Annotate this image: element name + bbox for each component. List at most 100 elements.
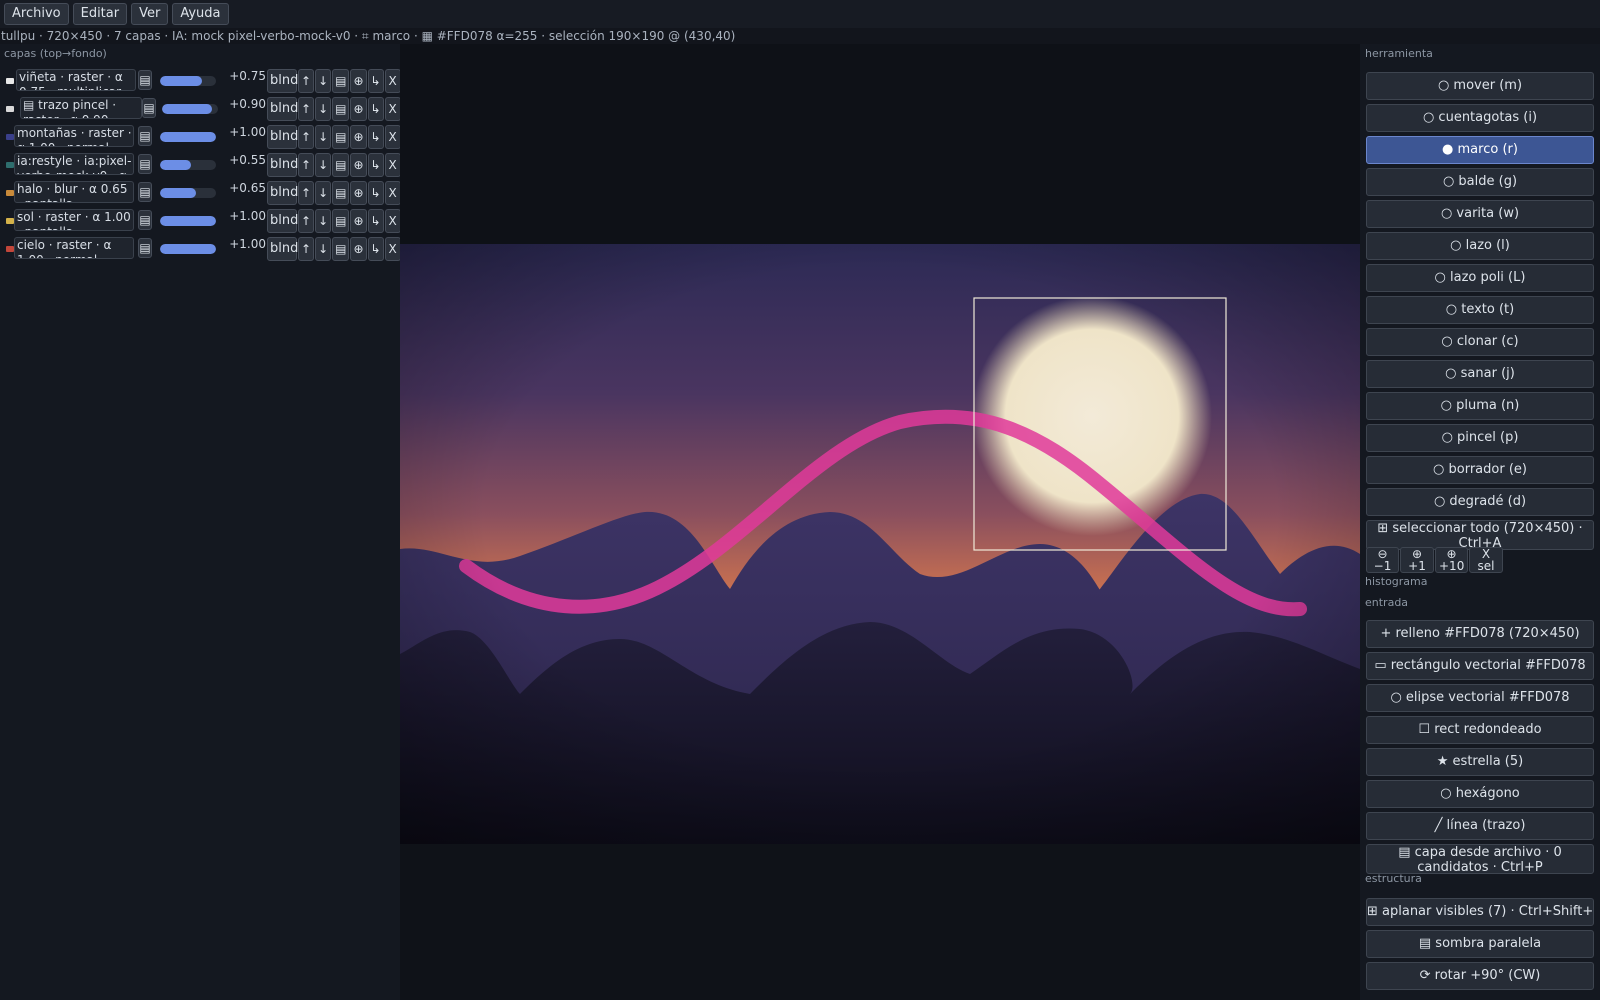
zoom-in-10-button[interactable]: ⊕ +10 bbox=[1435, 547, 1468, 573]
duplicate-button[interactable]: ⊕ bbox=[350, 125, 367, 149]
tool-button[interactable]: ○ lazo (l) bbox=[1366, 232, 1594, 260]
tool-button[interactable]: ○ texto (t) bbox=[1366, 296, 1594, 324]
menu-ayuda[interactable]: Ayuda bbox=[172, 3, 229, 25]
input-action-button[interactable]: ☐ rect redondeado bbox=[1366, 716, 1594, 744]
opacity-slider[interactable] bbox=[160, 188, 216, 198]
delete-layer-button[interactable]: X bbox=[384, 97, 401, 121]
menu-ver[interactable]: Ver bbox=[131, 3, 169, 25]
layer-name[interactable]: cielo · raster · α 1.00 · normal bbox=[14, 237, 134, 259]
duplicate-button[interactable]: ⊕ bbox=[350, 97, 367, 121]
move-down-button[interactable]: ↓ bbox=[315, 69, 332, 93]
tool-button[interactable]: ○ lazo poli (L) bbox=[1366, 264, 1594, 292]
menu-editar[interactable]: Editar bbox=[72, 3, 128, 25]
merge-down-button[interactable]: ↳ bbox=[367, 237, 384, 261]
blend-button[interactable]: blnd bbox=[267, 125, 298, 149]
merge-down-button[interactable]: ↳ bbox=[367, 181, 384, 205]
layer-row[interactable]: sol · raster · α 1.00 · pantalla▤+1.00bl… bbox=[0, 209, 401, 235]
clear-selection-button[interactable]: X sel bbox=[1469, 547, 1503, 573]
tool-button[interactable]: ○ degradé (d) bbox=[1366, 488, 1594, 516]
move-down-button[interactable]: ↓ bbox=[315, 153, 332, 177]
layer-menu-icon[interactable]: ▤ bbox=[138, 126, 152, 146]
move-up-button[interactable]: ↑ bbox=[298, 69, 315, 93]
duplicate-button[interactable]: ⊕ bbox=[350, 69, 367, 93]
blend-button[interactable]: blnd bbox=[267, 97, 298, 121]
opacity-slider[interactable] bbox=[162, 104, 218, 114]
duplicate-button[interactable]: ⊕ bbox=[350, 153, 367, 177]
merge-down-button[interactable]: ↳ bbox=[367, 209, 384, 233]
layer-menu-icon[interactable]: ▤ bbox=[138, 182, 152, 202]
opacity-slider[interactable] bbox=[160, 244, 216, 254]
duplicate-button[interactable]: ⊕ bbox=[350, 237, 367, 261]
layer-row[interactable]: halo · blur · α 0.65 · pantalla▤+0.65bln… bbox=[0, 181, 401, 207]
move-up-button[interactable]: ↑ bbox=[298, 97, 315, 121]
tool-button[interactable]: ● marco (r) bbox=[1366, 136, 1594, 164]
tool-button[interactable]: ○ pluma (n) bbox=[1366, 392, 1594, 420]
select-all-button[interactable]: ⊞ seleccionar todo (720×450) · Ctrl+A bbox=[1366, 520, 1594, 550]
layer-row[interactable]: ▤ trazo pincel · raster · α 0.90 · norma… bbox=[0, 97, 401, 123]
tool-button[interactable]: ○ pincel (p) bbox=[1366, 424, 1594, 452]
structure-action-button[interactable]: ⟳ rotar +90° (CW) bbox=[1366, 962, 1594, 990]
duplicate-button[interactable]: ⊕ bbox=[350, 209, 367, 233]
tool-button[interactable]: ○ borrador (e) bbox=[1366, 456, 1594, 484]
tool-button[interactable]: ○ balde (g) bbox=[1366, 168, 1594, 196]
layer-name[interactable]: viñeta · raster · α 0.75 · multiplicar bbox=[16, 69, 136, 91]
merge-down-button[interactable]: ↳ bbox=[367, 97, 384, 121]
input-action-button[interactable]: ▤ capa desde archivo · 0 candidatos · Ct… bbox=[1366, 844, 1594, 874]
tool-button[interactable]: ○ varita (w) bbox=[1366, 200, 1594, 228]
layer-menu-icon[interactable]: ▤ bbox=[138, 210, 152, 230]
canvas-area[interactable] bbox=[400, 44, 1360, 1000]
zoom-in-button[interactable]: ⊕ +1 bbox=[1400, 547, 1434, 573]
layer-name[interactable]: ▤ trazo pincel · raster · α 0.90 · norma… bbox=[20, 97, 142, 119]
layer-name[interactable]: montañas · raster · α 1.00 · normal bbox=[14, 125, 134, 147]
delete-layer-button[interactable]: X bbox=[384, 181, 401, 205]
merge-down-button[interactable]: ↳ bbox=[367, 125, 384, 149]
blend-button[interactable]: blnd bbox=[267, 237, 298, 261]
structure-action-button[interactable]: ▤ sombra paralela bbox=[1366, 930, 1594, 958]
input-action-button[interactable]: + relleno #FFD078 (720×450) bbox=[1366, 620, 1594, 648]
blend-button[interactable]: blnd bbox=[267, 69, 298, 93]
opacity-slider[interactable] bbox=[160, 216, 216, 226]
move-up-button[interactable]: ↑ bbox=[298, 237, 315, 261]
layer-menu-icon[interactable]: ▤ bbox=[138, 154, 152, 174]
merge-down-button[interactable]: ↳ bbox=[367, 153, 384, 177]
layer-menu-button[interactable]: ▤ bbox=[332, 97, 350, 121]
delete-layer-button[interactable]: X bbox=[384, 153, 401, 177]
opacity-slider[interactable] bbox=[160, 132, 216, 142]
layer-menu-icon[interactable]: ▤ bbox=[138, 238, 152, 258]
move-up-button[interactable]: ↑ bbox=[298, 209, 315, 233]
move-down-button[interactable]: ↓ bbox=[315, 181, 332, 205]
tool-button[interactable]: ○ clonar (c) bbox=[1366, 328, 1594, 356]
delete-layer-button[interactable]: X bbox=[384, 209, 401, 233]
layer-name[interactable]: ia:restyle · ia:pixel-verbo-mock-v0 · α … bbox=[14, 153, 134, 175]
layer-row[interactable]: ia:restyle · ia:pixel-verbo-mock-v0 · α … bbox=[0, 153, 401, 179]
layer-row[interactable]: viñeta · raster · α 0.75 · multiplicar▤+… bbox=[0, 69, 401, 95]
tool-button[interactable]: ○ cuentagotas (i) bbox=[1366, 104, 1594, 132]
zoom-out-button[interactable]: ⊖ −1 bbox=[1366, 547, 1399, 573]
move-down-button[interactable]: ↓ bbox=[315, 237, 332, 261]
menu-archivo[interactable]: Archivo bbox=[4, 3, 69, 25]
delete-layer-button[interactable]: X bbox=[384, 125, 401, 149]
move-up-button[interactable]: ↑ bbox=[298, 125, 315, 149]
input-action-button[interactable]: ○ elipse vectorial #FFD078 bbox=[1366, 684, 1594, 712]
layer-menu-icon[interactable]: ▤ bbox=[142, 98, 156, 118]
blend-button[interactable]: blnd bbox=[267, 209, 298, 233]
layer-menu-button[interactable]: ▤ bbox=[332, 237, 350, 261]
blend-button[interactable]: blnd bbox=[267, 181, 298, 205]
canvas-image[interactable] bbox=[400, 244, 1360, 844]
move-down-button[interactable]: ↓ bbox=[315, 209, 332, 233]
layer-name[interactable]: sol · raster · α 1.00 · pantalla bbox=[14, 209, 134, 231]
opacity-slider[interactable] bbox=[160, 160, 216, 170]
merge-down-button[interactable]: ↳ bbox=[367, 69, 384, 93]
tool-button[interactable]: ○ sanar (j) bbox=[1366, 360, 1594, 388]
delete-layer-button[interactable]: X bbox=[384, 69, 401, 93]
blend-button[interactable]: blnd bbox=[267, 153, 298, 177]
input-action-button[interactable]: ○ hexágono bbox=[1366, 780, 1594, 808]
layer-row[interactable]: montañas · raster · α 1.00 · normal▤+1.0… bbox=[0, 125, 401, 151]
layer-menu-button[interactable]: ▤ bbox=[332, 181, 350, 205]
layer-row[interactable]: cielo · raster · α 1.00 · normal▤+1.00bl… bbox=[0, 237, 401, 263]
tool-button[interactable]: ○ mover (m) bbox=[1366, 72, 1594, 100]
duplicate-button[interactable]: ⊕ bbox=[350, 181, 367, 205]
layer-menu-button[interactable]: ▤ bbox=[332, 209, 350, 233]
move-up-button[interactable]: ↑ bbox=[298, 153, 315, 177]
input-action-button[interactable]: ╱ línea (trazo) bbox=[1366, 812, 1594, 840]
